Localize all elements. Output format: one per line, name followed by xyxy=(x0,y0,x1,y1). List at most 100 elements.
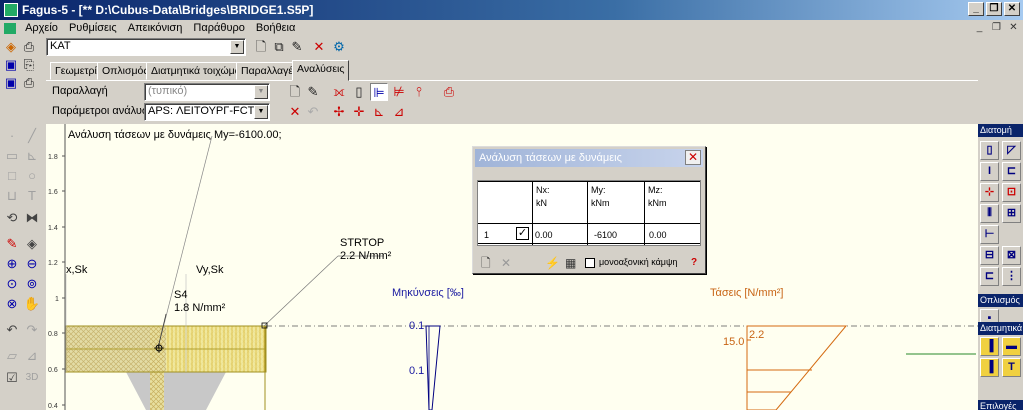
restore-button[interactable]: ❐ xyxy=(986,2,1002,16)
mdi-close-button[interactable]: ✕ xyxy=(1007,22,1020,34)
cell-my[interactable]: -6100 xyxy=(594,229,617,241)
rebar-tool-icon[interactable]: ⋮ xyxy=(1002,267,1021,286)
pencil-icon[interactable]: ✎ xyxy=(2,234,22,254)
zoom-window-icon[interactable]: ⊙ xyxy=(2,274,22,294)
force-diagram-icon[interactable]: ⫯ xyxy=(410,83,428,101)
mirror-icon[interactable]: ⧓ xyxy=(22,208,42,228)
shear-t-icon[interactable]: T xyxy=(1002,358,1021,377)
variant-select[interactable]: (τυπικό) ▼ xyxy=(144,83,270,101)
measure-icon: ⊿ xyxy=(26,348,38,363)
column-header-nx: Nx: xyxy=(536,185,550,195)
column-unit-my: kNm xyxy=(591,198,610,208)
document-icon xyxy=(4,22,16,34)
delete-analysis-icon[interactable]: ✕ xyxy=(286,103,304,121)
zoom-out-icon[interactable]: ⊖ xyxy=(22,254,42,274)
axis-tick-label: 1.2 xyxy=(48,260,58,267)
project-icon[interactable]: ◈ xyxy=(2,38,20,56)
label-tool-icon[interactable]: ⊠ xyxy=(1002,246,1021,265)
dimension-tool-icon[interactable]: ⊢ xyxy=(980,225,999,244)
menu-file[interactable]: Αρχείο xyxy=(21,20,62,37)
save-icon[interactable]: ▣ xyxy=(2,56,20,74)
print-results-icon[interactable]: ⎙ xyxy=(440,83,458,101)
dialog-close-button[interactable]: ✕ xyxy=(685,150,701,165)
label-strtop-value: 2.2 N/mm² xyxy=(340,250,392,262)
new-row-icon[interactable]: 🗋 xyxy=(481,255,491,271)
cell-mz[interactable]: 0.00 xyxy=(649,229,667,241)
edit-point-icon[interactable]: ⊡ xyxy=(1002,183,1021,202)
split-icon[interactable]: ⊞ xyxy=(1002,204,1021,223)
edit-icon[interactable]: ✎ xyxy=(288,38,306,56)
results-icon[interactable]: ⊾ xyxy=(370,103,388,121)
menu-settings[interactable]: Ρυθμίσεις xyxy=(65,20,121,37)
section-tool-icon[interactable]: ▯ xyxy=(980,141,999,160)
i-beam-icon[interactable]: I xyxy=(980,162,999,181)
axis-tick-label: 1.6 xyxy=(48,189,58,196)
shear-vy-icon[interactable]: ▐ xyxy=(980,337,999,356)
zoom-in-icon[interactable]: ⊕ xyxy=(2,254,22,274)
print-icon[interactable]: ⎙ xyxy=(20,38,38,56)
tab-analyses[interactable]: Αναλύσεις xyxy=(292,60,350,81)
cross-section-select[interactable]: KAT ▼ xyxy=(46,38,246,56)
row-active-checkbox[interactable]: ✓ xyxy=(516,227,529,240)
edit-analysis-icon[interactable]: ✎ xyxy=(304,83,322,101)
report-icon[interactable]: ⊿ xyxy=(390,103,408,121)
add-point-icon[interactable]: ⊹ xyxy=(980,183,999,202)
stress-value-left: 15.0 xyxy=(723,336,744,348)
mdi-restore-button[interactable]: ❐ xyxy=(990,22,1003,34)
copy-icon[interactable]: ⧉ xyxy=(270,38,288,56)
new-icon[interactable]: 🗋 xyxy=(252,38,270,56)
section-icon[interactable]: ▯ xyxy=(350,83,368,101)
cell-nx[interactable]: 0.00 xyxy=(535,229,553,241)
mdi-minimize-button[interactable]: _ xyxy=(973,22,986,34)
chevron-down-icon[interactable]: ▼ xyxy=(230,40,244,54)
zoom-fit-icon[interactable]: ⊗ xyxy=(2,294,22,314)
shear-percent-icon[interactable]: ▐ xyxy=(980,358,999,377)
analysis-params-select[interactable]: APS: ΛΕΙΤΟΥΡΓ-FCT ▼ xyxy=(144,103,270,121)
shear-vz-icon[interactable]: ▬ xyxy=(1002,337,1021,356)
outline-tool-icon[interactable]: ◸ xyxy=(1002,141,1021,160)
rotate-icon[interactable]: ⟲ xyxy=(2,208,22,228)
chevron-down-icon[interactable]: ▼ xyxy=(254,85,268,99)
channel-icon[interactable]: ⊏ xyxy=(1002,162,1021,181)
checklist-icon[interactable]: ☑ xyxy=(2,368,22,388)
pan-icon[interactable]: ✋ xyxy=(22,294,42,314)
menu-view[interactable]: Απεικόνιση xyxy=(124,20,187,37)
tab-reinforcement[interactable]: Οπλισμός xyxy=(97,62,154,80)
properties-icon[interactable]: ⚙ xyxy=(330,38,348,56)
right-tool-panel: Διατομή ▯ ◸ I ⊏ ⊹ ⊡ ⦀ ⊞ ⊢ ⊟ ⊠ ⊏ ⋮ Οπλισμ… xyxy=(978,124,1023,410)
stress-diagram-icon[interactable]: ⊭ xyxy=(390,83,408,101)
zoom-all-icon[interactable]: ⊚ xyxy=(22,274,42,294)
new-analysis-icon[interactable]: 🗋 xyxy=(286,83,304,101)
print-preview-icon[interactable]: ⎘ xyxy=(20,56,38,74)
help-icon[interactable]: ? xyxy=(691,255,697,271)
axis-tick-label: 0.8 xyxy=(48,331,58,338)
save-as-icon[interactable]: ▣ xyxy=(2,74,20,92)
undo-view-icon[interactable]: ↶ xyxy=(2,320,22,340)
strain-diagram-title: Μηκύνσεις [‰] xyxy=(392,287,464,299)
analysis-panel: Παραλλαγή (τυπικό) ▼ Παράμετροι ανάλυσης… xyxy=(46,80,978,122)
close-button[interactable]: ✕ xyxy=(1004,2,1020,16)
rectangle-icon: ▭ xyxy=(5,148,19,163)
strain-diagram xyxy=(425,325,441,410)
minimize-button[interactable]: _ xyxy=(968,2,984,16)
fill-icon[interactable]: ◈ xyxy=(22,234,42,254)
uniaxial-bending-checkbox[interactable] xyxy=(585,258,595,268)
stress-analysis-icon[interactable]: ⟗ xyxy=(330,83,348,101)
bar-tool-icon[interactable]: ⊏ xyxy=(980,267,999,286)
print-setup-icon[interactable]: ⎙ xyxy=(20,74,38,92)
axis-icon[interactable]: ✛ xyxy=(350,103,368,121)
calculate-icon[interactable]: ⚡ xyxy=(545,255,560,271)
drawing-toolbar: · ╱ ▭ ⊾ □ ○ ⊔ T ⟲ ⧓ ✎ ◈ ⊕ ⊖ ⊙ ⊚ ⊗ ✋ ↶ ↷ … xyxy=(0,122,46,410)
label-vy-sk: Vy,Sk xyxy=(196,264,224,276)
table-icon[interactable]: ▦ xyxy=(565,255,576,271)
eraser-icon: ▱ xyxy=(7,348,17,363)
tendon-icon[interactable]: ⦀ xyxy=(980,204,999,223)
grid-tool-icon[interactable]: ⊟ xyxy=(980,246,999,265)
menu-window[interactable]: Παράθυρο xyxy=(189,20,248,37)
delete-icon[interactable]: ✕ xyxy=(310,38,328,56)
undo-icon: ↶ xyxy=(307,104,319,119)
menu-help[interactable]: Βοήθεια xyxy=(252,20,299,37)
chevron-down-icon[interactable]: ▼ xyxy=(254,105,268,119)
strain-diagram-icon[interactable]: ⊫ xyxy=(370,83,388,101)
interaction-icon[interactable]: ✢ xyxy=(330,103,348,121)
